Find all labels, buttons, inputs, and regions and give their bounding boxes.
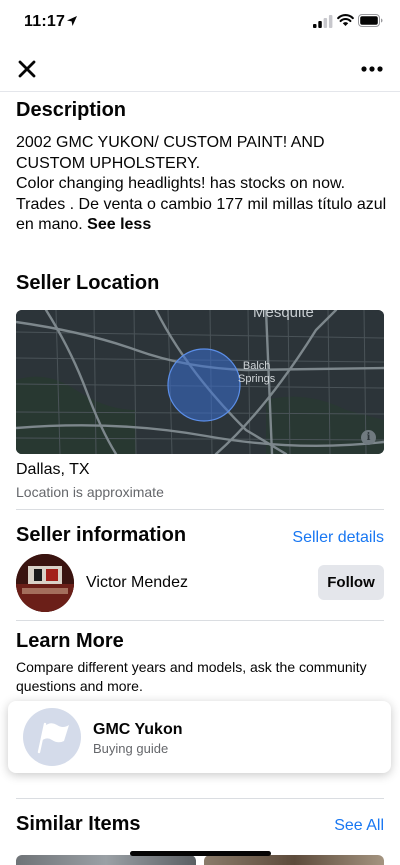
avatar[interactable]	[16, 554, 74, 612]
status-bar: 11:17	[0, 0, 400, 46]
similar-item-thumbnail[interactable]	[16, 855, 196, 865]
divider	[16, 798, 384, 799]
description-text: 2002 GMC YUKON/ CUSTOM PAINT! AND CUSTOM…	[16, 134, 387, 233]
home-indicator	[130, 851, 271, 856]
description-heading: Description	[16, 99, 127, 121]
similar-item-thumbnail[interactable]	[204, 855, 384, 865]
location-approx-note: Location is approximate	[16, 484, 164, 500]
location-map[interactable]: Mesquite Balch Springs i	[16, 310, 384, 454]
wifi-icon	[337, 14, 354, 26]
map-label-mesquite: Mesquite	[253, 310, 314, 321]
cellular-signal-icon	[313, 15, 333, 28]
avatar-image	[16, 554, 74, 612]
map-graphic	[16, 310, 384, 454]
more-icon[interactable]	[358, 56, 386, 82]
seller-city: Dallas, TX	[16, 461, 90, 478]
status-time: 11:17	[24, 13, 66, 30]
flag-icon	[37, 722, 69, 754]
learn-more-text: Compare different years and models, ask …	[16, 659, 367, 694]
guide-avatar	[23, 708, 81, 766]
close-icon[interactable]	[14, 56, 40, 82]
guide-title: GMC Yukon	[93, 721, 183, 738]
seller-details-link[interactable]: Seller details	[292, 529, 384, 547]
location-arrow-icon	[67, 16, 77, 26]
see-all-link[interactable]: See All	[334, 817, 384, 835]
seller-location-heading: Seller Location	[16, 272, 160, 294]
seller-name[interactable]: Victor Mendez	[86, 574, 188, 592]
description-body: 2002 GMC YUKON/ CUSTOM PAINT! AND CUSTOM…	[16, 133, 388, 236]
top-nav-bar	[0, 46, 400, 92]
divider	[16, 509, 384, 510]
follow-button[interactable]: Follow	[318, 565, 384, 600]
map-info-icon[interactable]: i	[361, 430, 376, 445]
buying-guide-card[interactable]: GMC Yukon Buying guide	[8, 701, 391, 773]
map-label-balch-springs: Balch Springs	[238, 360, 276, 385]
guide-subtitle: Buying guide	[93, 741, 169, 756]
learn-more-heading: Learn More	[16, 630, 124, 652]
divider	[16, 620, 384, 621]
battery-icon	[358, 14, 383, 27]
seller-info-heading: Seller information	[16, 524, 187, 546]
similar-items-heading: Similar Items	[16, 813, 141, 835]
see-less-link[interactable]: See less	[87, 216, 151, 233]
